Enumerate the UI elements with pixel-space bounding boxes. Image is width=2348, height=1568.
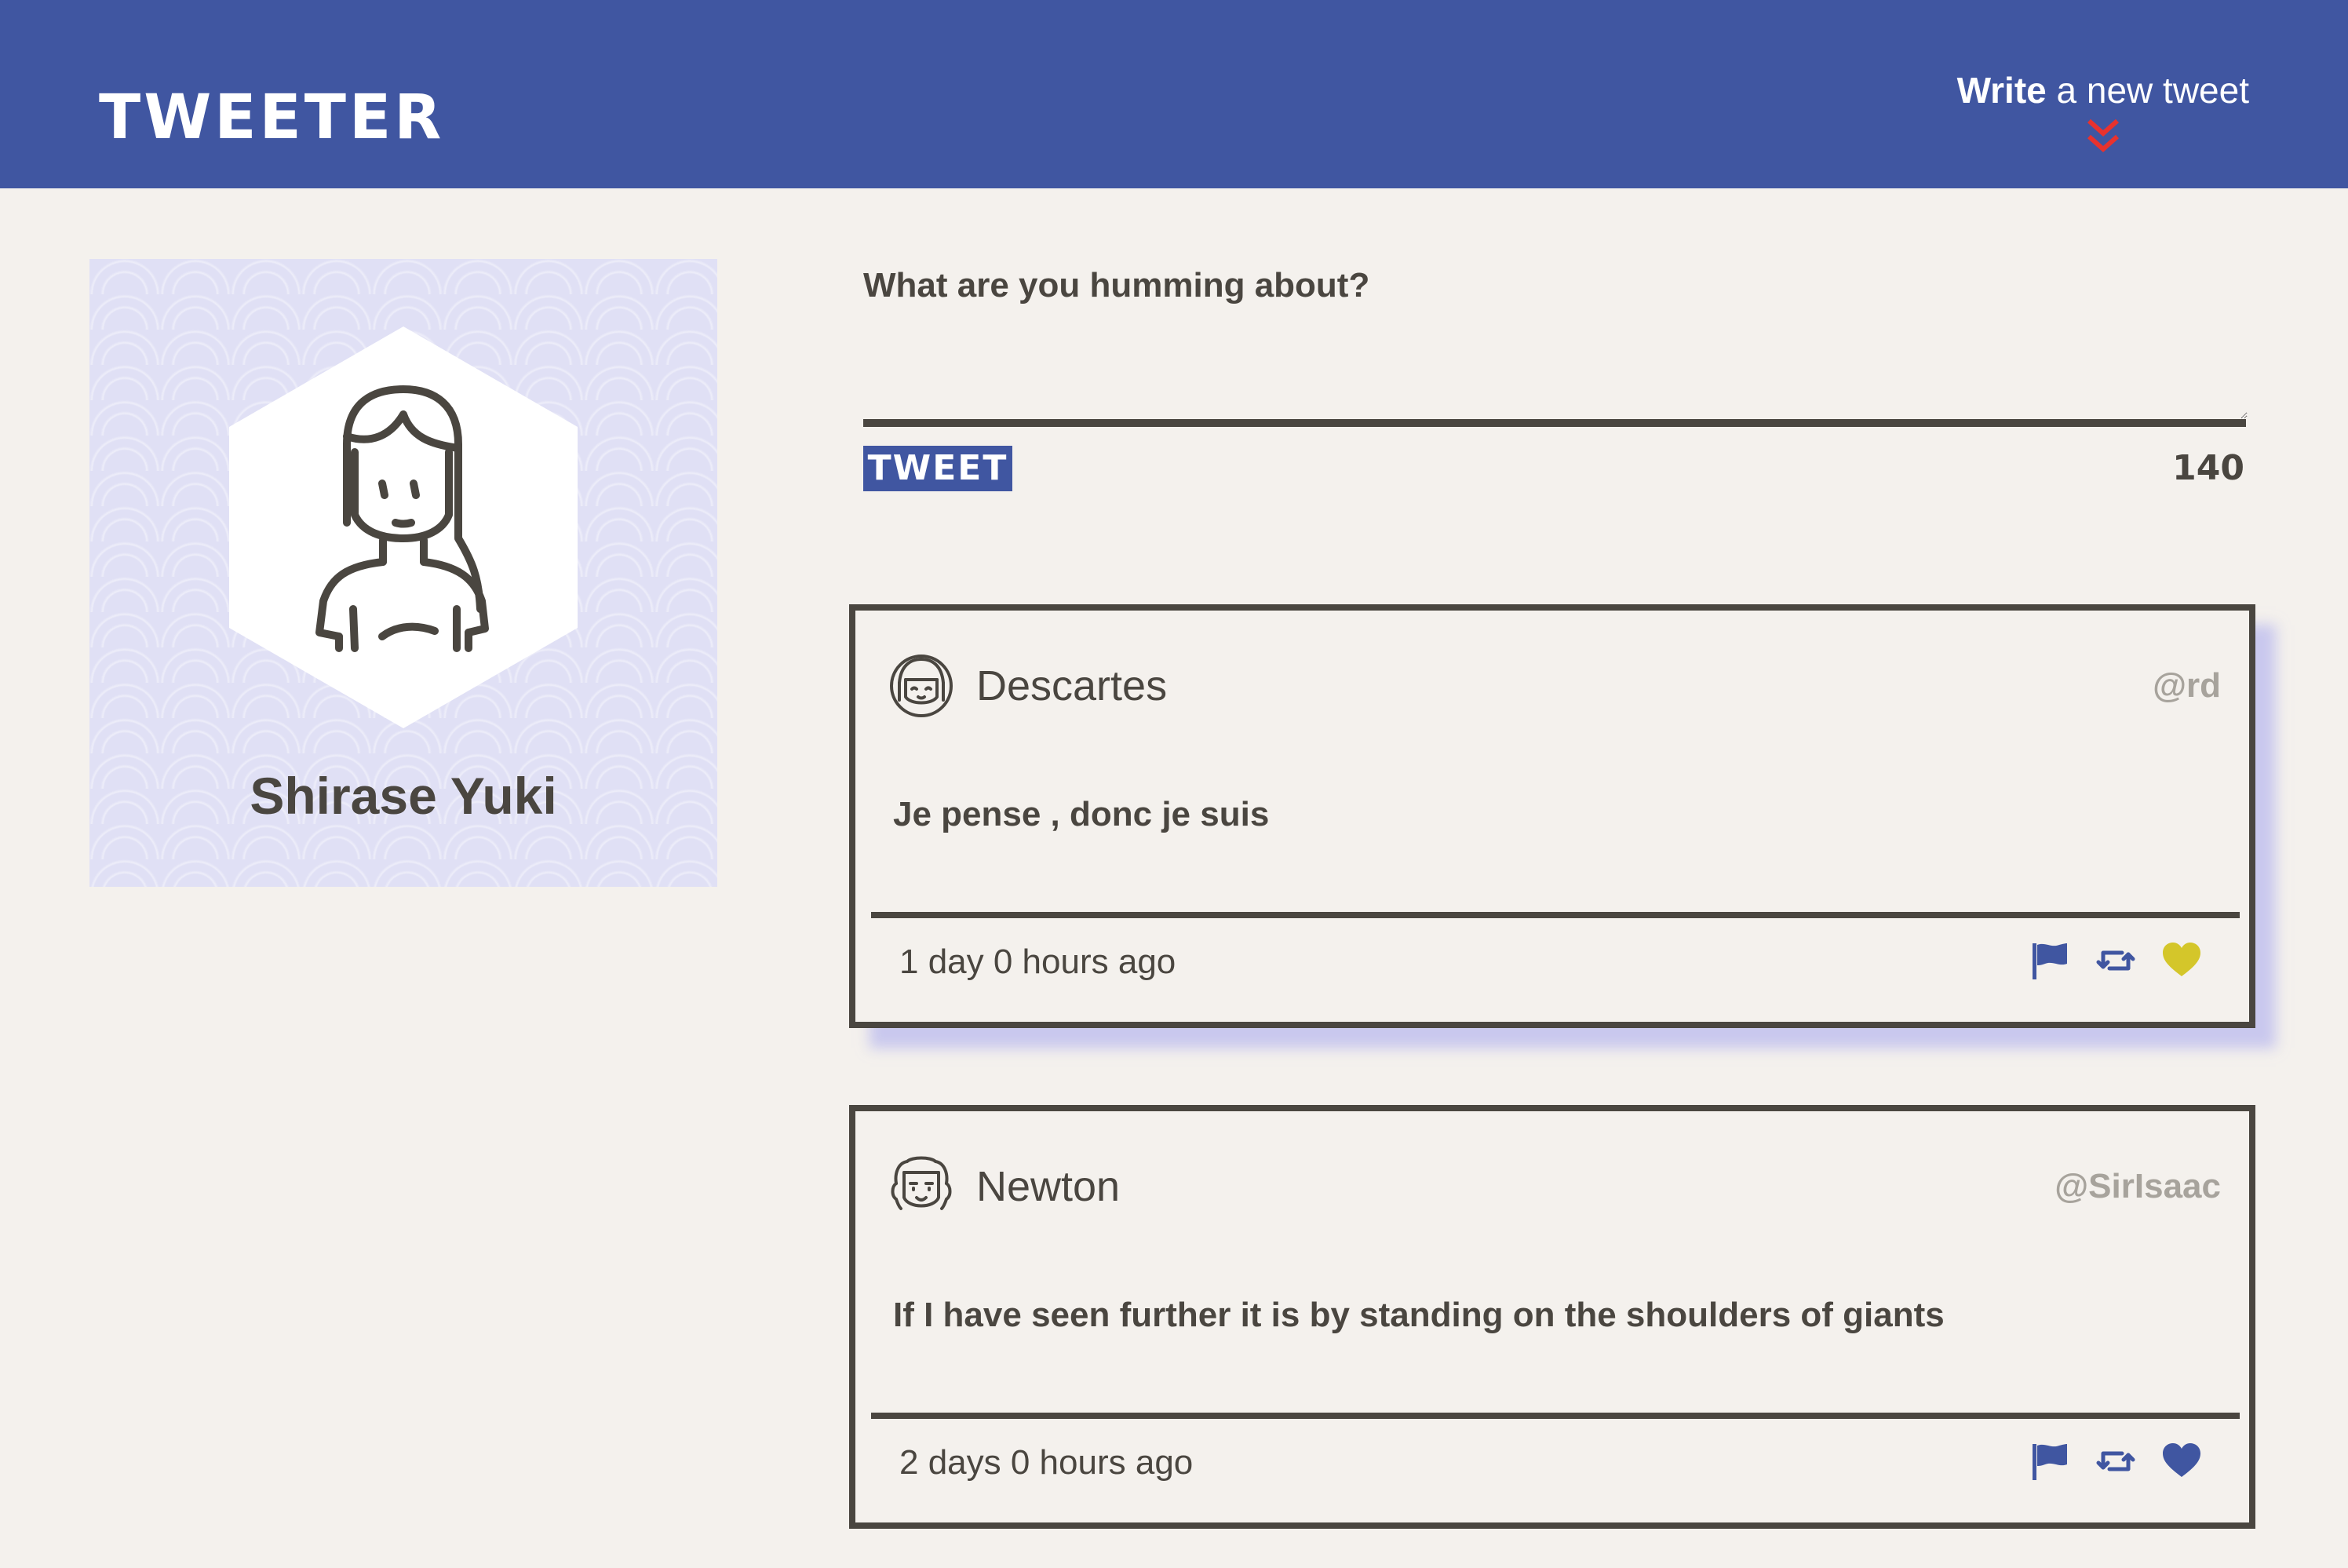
tweet-card[interactable]: Descartes @rd Je pense , donc je suis 1 … — [849, 604, 2255, 1028]
tweet-author-handle: @SirIsaac — [2054, 1167, 2221, 1205]
tweet-card[interactable]: Newton @SirIsaac If I have seen further … — [849, 1105, 2255, 1529]
double-chevron-down-icon[interactable] — [2084, 116, 2122, 157]
heart-icon[interactable] — [2161, 1441, 2202, 1482]
brand-logo[interactable]: TWEETER — [99, 78, 444, 157]
compose-link-text: a new tweet — [2046, 70, 2250, 111]
tweet-text: If I have seen further it is by standing… — [893, 1296, 1945, 1334]
tweet-actions — [2029, 1438, 2202, 1485]
tweet-author-handle: @rd — [2153, 666, 2221, 705]
compose-link-bold: Write — [1956, 70, 2047, 111]
flag-icon[interactable] — [2029, 1441, 2070, 1482]
heart-icon[interactable] — [2161, 940, 2202, 981]
tweet-timestamp: 1 day 0 hours ago — [899, 943, 1176, 981]
composer-underline — [863, 419, 2246, 427]
newton-avatar-icon — [891, 1156, 952, 1210]
navbar: TWEETER Write a new tweet — [0, 0, 2348, 188]
profile-name: Shirase Yuki — [250, 767, 557, 825]
flag-icon[interactable] — [2029, 940, 2070, 981]
tweet-author-name: Newton — [976, 1163, 1121, 1210]
character-counter: 140 — [2172, 448, 2244, 488]
tweet-divider — [871, 1413, 2240, 1419]
tweet-submit-button[interactable]: TWEET — [863, 446, 1012, 491]
profile-avatar — [229, 326, 578, 728]
tweet-timestamp: 2 days 0 hours ago — [899, 1443, 1194, 1482]
descartes-avatar-icon — [890, 655, 953, 717]
tweet-text: Je pense , donc je suis — [893, 795, 1270, 833]
composer-label: What are you humming about? — [863, 266, 1370, 304]
tweet-actions — [2029, 937, 2202, 984]
tweet-author-name: Descartes — [976, 662, 1168, 709]
retweet-icon[interactable] — [2095, 1441, 2136, 1482]
tweet-input[interactable] — [863, 314, 2248, 419]
tweet-divider — [871, 912, 2240, 918]
write-new-tweet-link[interactable]: Write a new tweet — [1957, 63, 2249, 118]
retweet-icon[interactable] — [2095, 940, 2136, 981]
profile-card: Shirase Yuki — [89, 259, 717, 887]
